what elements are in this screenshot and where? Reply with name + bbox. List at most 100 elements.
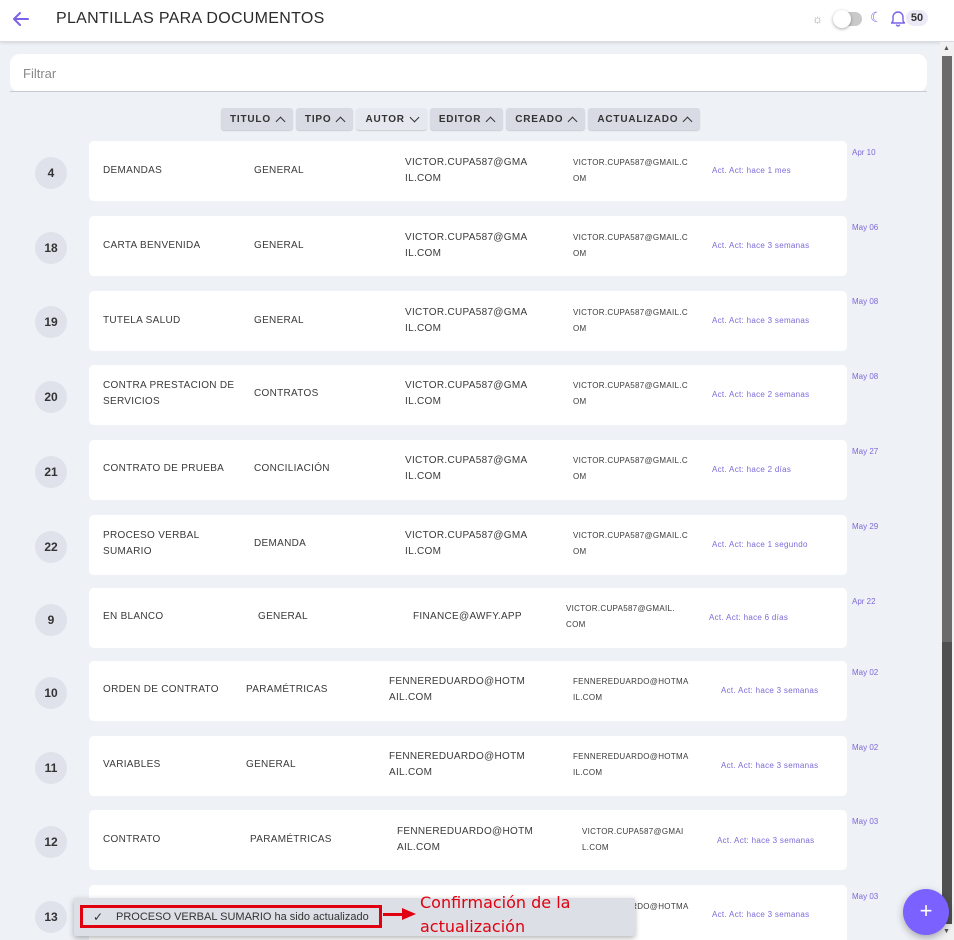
row-updated: Act. Act: hace 3 semanas xyxy=(712,316,810,325)
sort-chip-actualizado[interactable]: ACTUALIZADO xyxy=(588,108,701,130)
row-author: FINANCE@AWFY.APP xyxy=(413,611,522,622)
row-created: May 02 xyxy=(852,668,879,677)
sun-icon: ☼ xyxy=(812,12,823,26)
table-row[interactable]: CONTRATO PARAMÉTRICAS FENNEREDUARDO@HOTM… xyxy=(89,810,847,870)
sort-chip-autor[interactable]: AUTOR xyxy=(356,108,427,130)
row-created: Apr 22 xyxy=(852,597,876,606)
row-author: VICTOR.CUPA587@GMAIL.COM xyxy=(405,307,528,334)
add-button[interactable]: + xyxy=(903,889,949,935)
row-number: 10 xyxy=(35,677,67,709)
row-created: Apr 10 xyxy=(852,148,876,157)
row-number: 22 xyxy=(35,531,67,563)
sort-chip-creado[interactable]: CREADO xyxy=(506,108,586,130)
table-row[interactable]: PROCESO VERBAL SUMARIO DEMANDA VICTOR.CU… xyxy=(89,515,847,575)
scroll-down-icon[interactable]: ▼ xyxy=(943,928,950,935)
row-updated: Act. Act: hace 6 días xyxy=(709,613,789,622)
row-number: 20 xyxy=(35,381,67,413)
filter-input[interactable] xyxy=(10,54,927,92)
filter-underline xyxy=(10,91,927,92)
bell-icon[interactable] xyxy=(890,9,906,27)
row-editor: VICTOR.CUPA587@GMAIL.COM xyxy=(573,381,688,406)
sort-chip-tipo[interactable]: TIPO xyxy=(295,108,354,130)
row-author: VICTOR.CUPA587@GMAIL.COM xyxy=(405,232,528,259)
row-number: 18 xyxy=(35,232,67,264)
row-title: CONTRATO DE PRUEBA xyxy=(103,463,225,474)
table-row[interactable]: CONTRA PRESTACION DE SERVICIOS CONTRATOS… xyxy=(89,365,847,425)
sort-chips: TITULO TIPO AUTOR EDITOR CREADO ACTUALIZ… xyxy=(221,108,701,130)
row-author: FENNEREDUARDO@HOTMAIL.COM xyxy=(389,676,526,703)
sort-chip-titulo[interactable]: TITULO xyxy=(221,108,293,130)
row-editor: VICTOR.CUPA587@GMAIL.COM xyxy=(573,308,688,333)
row-author: VICTOR.CUPA587@GMAIL.COM xyxy=(405,157,528,184)
row-title: ORDEN DE CONTRATO xyxy=(103,684,219,695)
row-type: GENERAL xyxy=(254,315,304,326)
row-title: TUTELA SALUD xyxy=(103,315,181,326)
row-created: May 03 xyxy=(852,892,879,901)
row-type: CONTRATOS xyxy=(254,388,319,399)
row-created: May 02 xyxy=(852,743,879,752)
sort-chip-label: CREADO xyxy=(515,113,564,125)
row-type: DEMANDA xyxy=(254,538,307,549)
row-editor: VICTOR.CUPA587@GMAIL.COM xyxy=(566,604,675,629)
row-number: 11 xyxy=(35,752,67,784)
row-editor: FENNEREDUARDO@HOTMAIL.COM xyxy=(573,752,689,777)
sort-chip-label: EDITOR xyxy=(438,113,482,125)
table-row[interactable]: CONTRATO DE PRUEBA CONCILIACIÓN VICTOR.C… xyxy=(89,440,847,500)
row-created: May 03 xyxy=(852,817,879,826)
chevron-up-icon xyxy=(682,116,693,126)
sort-chip-label: AUTOR xyxy=(365,113,405,125)
row-editor: VICTOR.CUPA587@GMAIL.COM xyxy=(582,827,684,852)
theme-toggle[interactable] xyxy=(833,10,862,28)
row-author: FENNEREDUARDO@HOTMAIL.COM xyxy=(389,751,526,778)
table-row[interactable]: TUTELA SALUD GENERAL VICTOR.CUPA587@GMAI… xyxy=(89,291,847,351)
table-row[interactable]: ORDEN DE CONTRATO PARAMÉTRICAS FENNEREDU… xyxy=(89,661,847,721)
table-row[interactable]: CARTA BENVENIDA GENERAL VICTOR.CUPA587@G… xyxy=(89,216,847,276)
row-author: VICTOR.CUPA587@GMAIL.COM xyxy=(405,455,528,482)
row-number: 9 xyxy=(35,604,67,636)
row-updated: Act. Act: hace 3 semanas xyxy=(721,761,819,770)
row-number: 13 xyxy=(35,901,67,933)
row-title: VARIABLES xyxy=(103,759,161,770)
row-updated: Act. Act: hace 3 semanas xyxy=(712,241,810,250)
chevron-up-icon xyxy=(336,116,346,126)
toast-highlight-box: ✓ PROCESO VERBAL SUMARIO ha sido actuali… xyxy=(80,905,382,928)
row-type: PARAMÉTRICAS xyxy=(250,834,332,845)
row-created: May 08 xyxy=(852,372,879,381)
scrollbar-lower[interactable] xyxy=(942,642,952,924)
chevron-up-icon xyxy=(275,116,286,126)
annotation-arrow-line xyxy=(383,913,403,916)
row-type: GENERAL xyxy=(254,240,304,251)
row-number: 19 xyxy=(35,306,67,338)
table-row[interactable]: DEMANDAS GENERAL VICTOR.CUPA587@GMAIL.CO… xyxy=(89,141,847,201)
row-author: VICTOR.CUPA587@GMAIL.COM xyxy=(405,380,528,407)
scrollbar-thumb[interactable] xyxy=(942,56,952,642)
chevron-down-icon xyxy=(409,112,420,123)
row-editor: VICTOR.CUPA587@GMAIL.COM xyxy=(573,233,688,258)
notification-count-badge[interactable]: 50 xyxy=(906,10,928,26)
moon-icon: ☾ xyxy=(870,9,883,25)
toggle-knob[interactable] xyxy=(833,10,851,28)
annotation-text: Confirmación de la actualización xyxy=(420,893,571,936)
row-type: GENERAL xyxy=(258,611,308,622)
scroll-up-icon[interactable]: ▲ xyxy=(943,45,950,52)
row-type: GENERAL xyxy=(254,165,304,176)
row-title: PROCESO VERBAL SUMARIO xyxy=(103,530,200,557)
row-type: PARAMÉTRICAS xyxy=(246,684,328,695)
row-title: EN BLANCO xyxy=(103,611,164,622)
row-editor: FENNEREDUARDO@HOTMAIL.COM xyxy=(573,677,689,702)
row-updated: Act. Act: hace 1 mes xyxy=(712,166,791,175)
row-type: CONCILIACIÓN xyxy=(254,463,330,474)
arrow-left-icon[interactable] xyxy=(10,8,32,30)
row-type: GENERAL xyxy=(246,759,296,770)
app-header: PLANTILLAS PARA DOCUMENTOS ☼ ☾ 50 xyxy=(0,0,954,42)
row-updated: Act. Act: hace 3 semanas xyxy=(721,686,819,695)
sort-chip-label: TIPO xyxy=(304,113,332,125)
row-number: 4 xyxy=(35,157,67,189)
table-row[interactable]: EN BLANCO GENERAL FINANCE@AWFY.APP VICTO… xyxy=(89,588,847,648)
row-updated: Act. Act: hace 3 semanas xyxy=(712,910,810,919)
chevron-up-icon xyxy=(485,116,496,126)
table-row[interactable]: VARIABLES GENERAL FENNEREDUARDO@HOTMAIL.… xyxy=(89,736,847,796)
check-icon: ✓ xyxy=(93,910,104,924)
sort-chip-editor[interactable]: EDITOR xyxy=(429,108,504,130)
row-updated: Act. Act: hace 1 segundo xyxy=(712,540,808,549)
